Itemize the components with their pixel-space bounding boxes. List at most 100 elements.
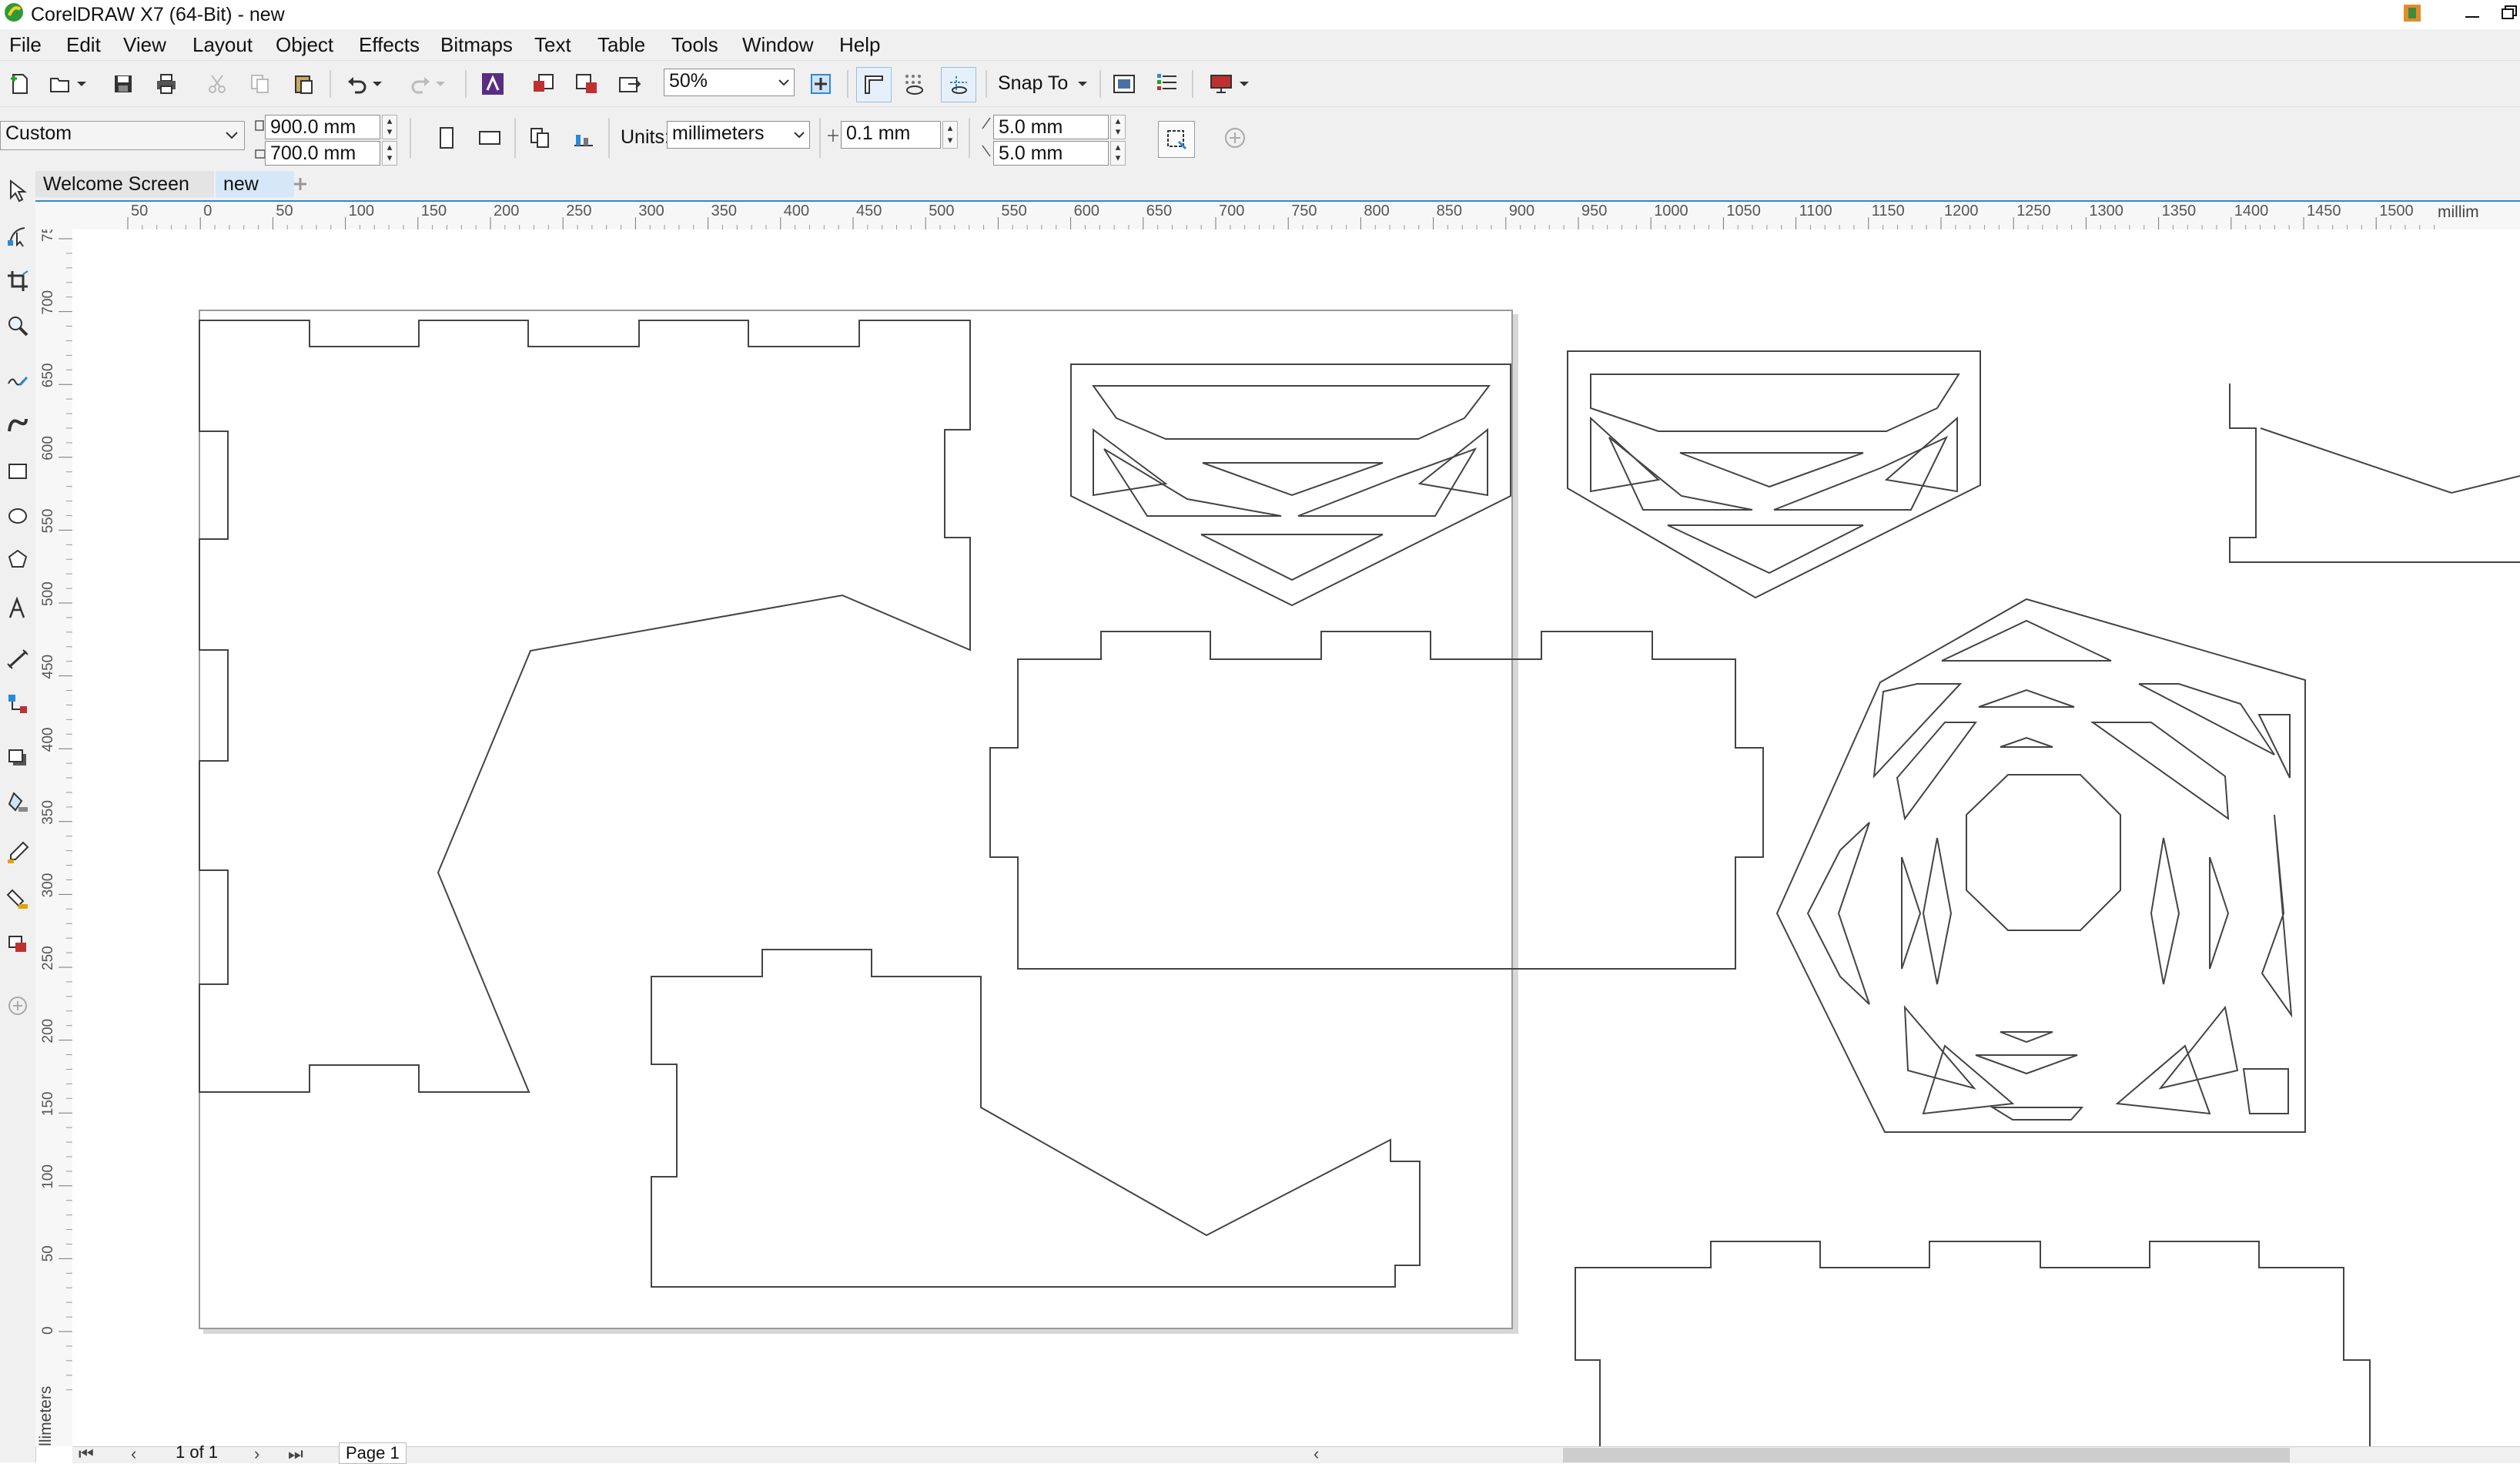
menu-tools[interactable]: Tools	[671, 32, 718, 57]
vertical-ruler[interactable]: 750 700 650 600 550 500 450 400 350 300 250 200 150 1…	[35, 229, 73, 1446]
right-edge-partial-panel[interactable]	[2229, 384, 2520, 563]
treat-as-filled-icon[interactable]	[1158, 121, 1195, 158]
ruler-tick-label: 50	[131, 203, 148, 219]
zoom-to-page-icon[interactable]	[805, 69, 836, 99]
copy-icon[interactable]	[245, 69, 276, 99]
crop-tool-icon[interactable]	[3, 266, 32, 297]
application-launcher-icon[interactable]	[1152, 69, 1183, 99]
zoom-level-combo[interactable]: 50%	[664, 69, 795, 96]
new-document-icon[interactable]	[5, 69, 35, 99]
portrait-icon[interactable]	[431, 122, 462, 153]
drop-shadow-tool-icon[interactable]	[3, 742, 32, 773]
search-content-icon[interactable]	[477, 69, 508, 99]
welcome-dropdown-icon[interactable]	[1237, 69, 1252, 99]
octagon-panel-outer[interactable]	[1775, 598, 2306, 1133]
menu-edit[interactable]: Edit	[66, 32, 101, 57]
freehand-tool-icon[interactable]	[3, 365, 32, 396]
minimize-icon[interactable]	[2461, 3, 2484, 23]
pick-tool-icon[interactable]	[3, 176, 32, 206]
duplicate-y-spinner[interactable]: ▴ ▾	[1110, 141, 1126, 166]
show-rulers-icon[interactable]	[856, 67, 892, 102]
shape-tool-icon[interactable]	[3, 220, 32, 251]
export-icon[interactable]	[571, 69, 602, 99]
menu-table[interactable]: Table	[597, 32, 645, 57]
all-pages-icon[interactable]	[525, 122, 556, 153]
paste-icon[interactable]	[288, 69, 319, 99]
undo-dropdown-icon[interactable]	[370, 69, 385, 99]
show-guidelines-icon[interactable]	[941, 67, 976, 102]
ruler-tick-label: 650	[40, 363, 56, 387]
horizontal-ruler[interactable]: 50 0 50 100 150 200 250 300 350 400 450 500 550 600 65…	[35, 200, 2520, 232]
current-page-icon[interactable]	[568, 122, 599, 153]
horizontal-scrollbar-thumb[interactable]	[1563, 1448, 2290, 1462]
menu-help[interactable]: Help	[839, 32, 880, 57]
drawing-canvas[interactable]	[72, 229, 2520, 1446]
undo-icon[interactable]	[342, 69, 373, 99]
open-folder-icon[interactable]	[45, 69, 75, 99]
transparency-tool-icon[interactable]	[3, 787, 32, 818]
menu-text[interactable]: Text	[534, 32, 571, 57]
new-tab-plus-icon[interactable]	[285, 169, 316, 199]
page-size-combo[interactable]: Custom	[0, 121, 245, 150]
next-page-button[interactable]: ›	[254, 1444, 259, 1464]
publish-pdf-icon[interactable]	[614, 69, 645, 99]
duplicate-distance-x-field[interactable]: 5.0 mm	[993, 115, 1109, 139]
page-height-spinner[interactable]: ▴ ▾	[382, 141, 397, 166]
page-width-spinner[interactable]: ▴ ▾	[382, 115, 397, 139]
artistic-media-tool-icon[interactable]	[3, 410, 32, 441]
show-grid-icon[interactable]	[899, 69, 930, 99]
menu-file[interactable]: File	[9, 32, 42, 57]
zoom-tool-icon[interactable]	[3, 311, 32, 342]
redo-dropdown-icon[interactable]	[433, 69, 448, 99]
last-page-button[interactable]: ⏭	[288, 1444, 303, 1464]
snap-to-dropdown-icon[interactable]	[1075, 69, 1090, 99]
interactive-fill-tool-icon[interactable]	[3, 883, 32, 913]
nudge-distance-field[interactable]: 0.1 mm	[841, 121, 941, 149]
rectangle-tool-icon[interactable]	[3, 456, 32, 487]
menu-window[interactable]: Window	[742, 32, 813, 57]
octagon-panel-cutout	[2150, 837, 2180, 985]
color-eyedropper-tool-icon[interactable]	[3, 836, 32, 867]
duplicate-distance-y-field[interactable]: 5.0 mm	[993, 141, 1109, 166]
ellipse-tool-icon[interactable]	[3, 501, 32, 531]
units-combo[interactable]: millimeters	[667, 121, 810, 149]
nudge-spinner[interactable]: ▴ ▾	[942, 121, 958, 149]
add-tool-icon[interactable]	[3, 990, 32, 1021]
ruler-tick-label: 100	[40, 1164, 56, 1189]
print-icon[interactable]	[151, 69, 182, 99]
window-title: CorelDRAW X7 (64-Bit) - new	[31, 4, 285, 25]
scroll-left-icon[interactable]: ‹	[1314, 1444, 1319, 1464]
polygon-tool-icon[interactable]	[3, 544, 32, 575]
connector-tool-icon[interactable]	[3, 688, 32, 719]
smart-fill-tool-icon[interactable]	[3, 927, 32, 958]
landscape-icon[interactable]	[474, 122, 505, 153]
snap-to-label[interactable]: Snap To	[998, 72, 1068, 95]
menu-bitmaps[interactable]: Bitmaps	[440, 32, 513, 57]
menu-layout[interactable]: Layout	[192, 32, 253, 57]
app-launcher-icon[interactable]	[2402, 3, 2422, 23]
menu-effects[interactable]: Effects	[359, 32, 420, 57]
redo-icon[interactable]	[405, 69, 436, 99]
menu-view[interactable]: View	[123, 32, 166, 57]
welcome-screen-icon[interactable]	[1206, 69, 1237, 99]
tab-new[interactable]: new	[216, 171, 294, 197]
page-height-field[interactable]: 700.0 mm	[265, 141, 380, 166]
page-tab-page-1[interactable]: Page 1	[339, 1442, 407, 1464]
triangle-panel-right-outer[interactable]	[1567, 350, 1981, 599]
save-icon[interactable]	[108, 69, 139, 99]
open-dropdown-icon[interactable]	[74, 69, 89, 99]
add-toolbar-item-icon[interactable]	[1220, 122, 1250, 153]
duplicate-x-spinner[interactable]: ▴ ▾	[1110, 115, 1126, 139]
parallel-dimension-tool-icon[interactable]	[3, 644, 32, 675]
import-icon[interactable]	[528, 69, 559, 99]
tab-welcome-screen[interactable]: Welcome Screen	[35, 171, 214, 197]
options-icon[interactable]	[1109, 69, 1140, 99]
text-tool-icon[interactable]	[3, 593, 32, 624]
restore-icon[interactable]	[2498, 3, 2519, 23]
menu-object[interactable]: Object	[276, 32, 333, 57]
page-width-field[interactable]: 900.0 mm	[265, 115, 380, 139]
first-page-button[interactable]: ⏮	[79, 1444, 94, 1464]
previous-page-button[interactable]: ‹	[131, 1444, 136, 1464]
bottom-right-partial-panel[interactable]	[1575, 1241, 2371, 1446]
cut-icon[interactable]	[202, 69, 233, 99]
